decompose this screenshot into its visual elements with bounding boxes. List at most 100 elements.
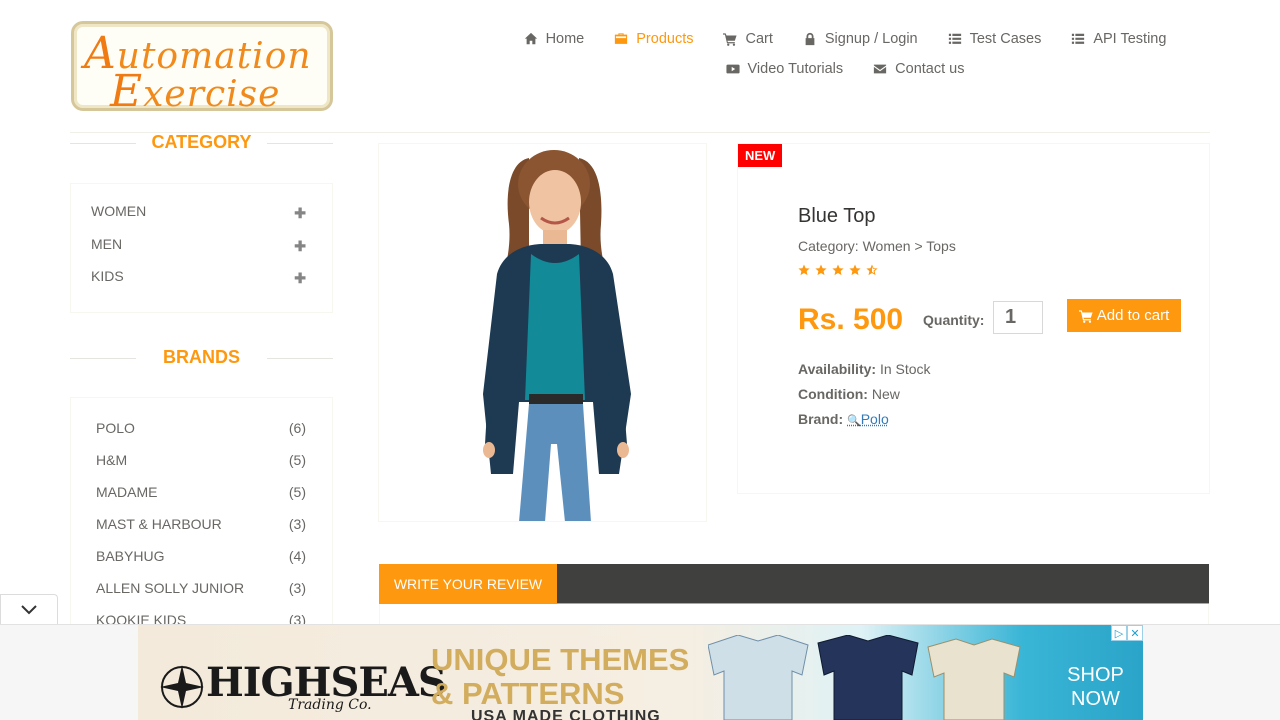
plus-icon[interactable]: ✚ (294, 238, 306, 255)
logo-cap-e: E (110, 66, 144, 117)
brands-panel: POLO (6) H&M (5) MADAME (5) MAST & HARBOUR (… (70, 397, 333, 637)
lock-icon (805, 32, 815, 46)
close-icon[interactable]: ✕ (1127, 625, 1143, 641)
envelope-icon (874, 64, 887, 74)
condition: Condition: New (798, 386, 900, 402)
nav-api-testing[interactable]: API Testing (1071, 28, 1166, 50)
plus-icon[interactable]: ✚ (294, 205, 306, 222)
nav-cart[interactable]: Cart (723, 28, 773, 50)
youtube-icon (725, 64, 740, 74)
brand-polo[interactable]: POLO (6) (71, 420, 332, 452)
nav-row-2: Video Tutorials Contact us (440, 58, 1250, 80)
star-half-icon (866, 264, 878, 276)
plus-icon[interactable]: ✚ (294, 270, 306, 287)
product-price: Rs. 500 (798, 303, 904, 336)
logo-text-2: xercise (143, 74, 281, 115)
nav-signup-label: Signup / Login (824, 31, 918, 47)
product-photo (483, 150, 631, 521)
nav-test-cases-label: Test Cases (969, 31, 1042, 47)
ad-tagline: USA MADE CLOTHING (471, 708, 661, 720)
ad-collapse-button[interactable] (0, 594, 58, 624)
nav-video-tutorials[interactable]: Video Tutorials (725, 58, 844, 80)
star-icon (815, 264, 827, 276)
tab-write-review[interactable]: WRITE YOUR REVIEW (379, 564, 557, 604)
availability-label: Availability: (798, 361, 877, 377)
star-icon (849, 264, 861, 276)
product-image (378, 143, 707, 522)
nav-products-label: Products (636, 31, 694, 47)
adchoices-icon[interactable]: ▷ (1111, 625, 1127, 641)
nav-products[interactable]: Products (614, 28, 693, 50)
ad-banner[interactable]: HIGHSEAS Trading Co. UNIQUE THEMES & PAT… (138, 625, 1143, 720)
brand-count: (4) (288, 548, 306, 564)
main-nav: Home Products Cart Signup / Login Test C… (440, 28, 1250, 80)
category-heading: CATEGORY (70, 132, 333, 153)
product-information: NEW Blue Top Category: Women > Tops Rs. … (737, 143, 1210, 494)
brand-count: (5) (288, 452, 306, 468)
brands-heading: BRANDS (70, 347, 333, 368)
new-badge: NEW (738, 144, 783, 167)
cart-icon (1078, 309, 1093, 323)
product-name: Blue Top (798, 205, 876, 227)
magnifier-icon: 🔍 (847, 415, 861, 427)
logo-line-2: Exercise (110, 66, 280, 117)
quantity-label: Quantity: (923, 312, 985, 328)
condition-value: New (871, 386, 900, 402)
ad-cta-2: NOW (1071, 688, 1120, 710)
brand-label: Brand: (798, 411, 844, 427)
brand-count: (5) (288, 484, 306, 500)
ad-controls: ▷ ✕ (1111, 625, 1143, 641)
brand-babyhug[interactable]: BABYHUG (4) (71, 548, 332, 580)
brand-label: ALLEN SOLLY JUNIOR (96, 580, 245, 596)
brand-label: BABYHUG (96, 548, 165, 564)
nav-contact-us[interactable]: Contact us (873, 58, 964, 80)
category-men[interactable]: MEN ✚ (71, 236, 332, 269)
brand-madame[interactable]: MADAME (5) (71, 484, 332, 516)
brand-count: (6) (288, 420, 306, 436)
nav-cart-label: Cart (745, 31, 773, 47)
star-icon (832, 264, 844, 276)
nav-signup-login[interactable]: Signup / Login (803, 28, 918, 50)
product-rating (798, 264, 878, 276)
ad-headline-1: UNIQUE THEMES (431, 642, 690, 677)
brand-label: H&M (96, 452, 128, 468)
products-icon (615, 33, 628, 44)
review-tab-bar: WRITE YOUR REVIEW (379, 564, 1209, 604)
brand-count: (3) (288, 580, 306, 596)
page: Automation Exercise Home Products Cart S… (0, 0, 1280, 720)
brand-link[interactable]: 🔍Polo (847, 411, 889, 427)
nav-api-testing-label: API Testing (1093, 31, 1167, 47)
nav-home[interactable]: Home (524, 28, 584, 50)
availability: Availability: In Stock (798, 361, 931, 377)
add-to-cart-button[interactable]: Add to cart (1067, 299, 1181, 332)
brand-allen-solly-junior[interactable]: ALLEN SOLLY JUNIOR (3) (71, 580, 332, 612)
nav-test-cases[interactable]: Test Cases (948, 28, 1042, 50)
brand-mast-harbour[interactable]: MAST & HARBOUR (3) (71, 516, 332, 548)
brand-label: POLO (96, 420, 135, 436)
brand-hm[interactable]: H&M (5) (71, 452, 332, 484)
brand: Brand: 🔍Polo (798, 411, 889, 427)
category-women[interactable]: WOMEN ✚ (71, 203, 332, 236)
ad-cta-1: SHOP (1067, 664, 1124, 686)
category-panel: WOMEN ✚ MEN ✚ KIDS ✚ (70, 183, 333, 313)
category-label: KIDS (91, 268, 124, 284)
nav-row-1: Home Products Cart Signup / Login Test C… (440, 28, 1250, 50)
home-icon (524, 32, 537, 45)
condition-label: Condition: (798, 386, 868, 402)
brand-label: MADAME (96, 484, 158, 500)
category-kids[interactable]: KIDS ✚ (71, 268, 332, 301)
ad-brand-sub: Trading Co. (288, 697, 372, 713)
chevron-down-icon (21, 604, 37, 614)
nav-contact-label: Contact us (895, 61, 965, 77)
star-icon (798, 264, 810, 276)
ad-shop-now[interactable]: SHOP NOW (1048, 663, 1143, 711)
ad-shirts-image (708, 635, 1021, 720)
quantity-input[interactable] (993, 301, 1043, 334)
ad-headline-2: & PATTERNS (431, 676, 625, 711)
category-label: MEN (91, 235, 123, 252)
nav-video-label: Video Tutorials (747, 61, 844, 77)
site-logo[interactable]: Automation Exercise (71, 21, 333, 117)
cart-icon (723, 33, 738, 46)
availability-value: In Stock (879, 361, 931, 377)
list-icon (1072, 33, 1085, 44)
